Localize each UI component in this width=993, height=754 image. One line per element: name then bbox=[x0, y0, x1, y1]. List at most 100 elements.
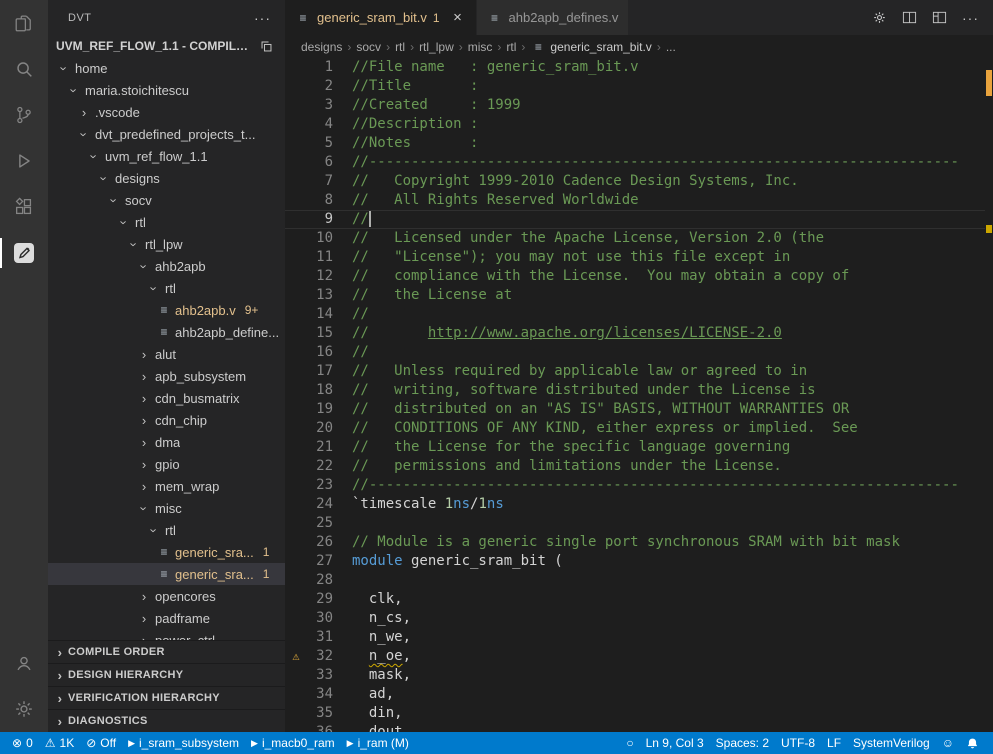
code-line-29[interactable]: 29 clk, bbox=[285, 590, 985, 609]
breadcrumb-item-rtl[interactable]: rtl bbox=[395, 40, 405, 54]
more-actions-icon[interactable]: ··· bbox=[962, 10, 979, 26]
tree-item-opencores[interactable]: ›opencores bbox=[48, 585, 285, 607]
comment-link[interactable]: http://www.apache.org/licenses/LICENSE-2… bbox=[428, 325, 782, 341]
status-instance-i-macb0-ram[interactable]: ▶i_macb0_ram bbox=[245, 732, 341, 754]
code-line-7[interactable]: 7// Copyright 1999-2010 Cadence Design S… bbox=[285, 172, 985, 191]
status-dvt-off[interactable]: ⊘Off bbox=[80, 732, 122, 754]
panel-design-hierarchy[interactable]: ›DESIGN HIERARCHY bbox=[48, 663, 285, 686]
tree-item-dma[interactable]: ›dma bbox=[48, 431, 285, 453]
copy-icon[interactable] bbox=[260, 40, 273, 53]
code-line-22[interactable]: 22// permissions and limitations under t… bbox=[285, 457, 985, 476]
overview-ruler[interactable] bbox=[985, 58, 993, 732]
breadcrumb-item-rtl-lpw[interactable]: rtl_lpw bbox=[419, 40, 454, 54]
code-line-1[interactable]: 1//File name : generic_sram_bit.v bbox=[285, 58, 985, 77]
tree-item-rtl-lpw[interactable]: ›rtl_lpw bbox=[48, 233, 285, 255]
tree-item-cdn-chip[interactable]: ›cdn_chip bbox=[48, 409, 285, 431]
tree-item-rtl[interactable]: ›rtl bbox=[48, 277, 285, 299]
status-problems-warnings[interactable]: ⚠1K bbox=[39, 732, 80, 754]
code-line-10[interactable]: 10// Licensed under the Apache License, … bbox=[285, 229, 985, 248]
code-line-23[interactable]: 23//------------------------------------… bbox=[285, 476, 985, 495]
tree-item-apb-subsystem[interactable]: ›apb_subsystem bbox=[48, 365, 285, 387]
tree-item-generic-sra[interactable]: ≡generic_sra...1 bbox=[48, 541, 285, 563]
code-line-9[interactable]: 9// bbox=[285, 210, 985, 229]
code-line-19[interactable]: 19// distributed on an "AS IS" BASIS, WI… bbox=[285, 400, 985, 419]
tree-item-alut[interactable]: ›alut bbox=[48, 343, 285, 365]
panel-compile-order[interactable]: ›COMPILE ORDER bbox=[48, 640, 285, 663]
tree-item-rtl[interactable]: ›rtl bbox=[48, 519, 285, 541]
tree-item-misc[interactable]: ›misc bbox=[48, 497, 285, 519]
code-line-11[interactable]: 11// "License"); you may not use this fi… bbox=[285, 248, 985, 267]
tree-item-uvm-ref-flow-1-1[interactable]: ›uvm_ref_flow_1.1 bbox=[48, 145, 285, 167]
code-line-2[interactable]: 2//Title : bbox=[285, 77, 985, 96]
tree-item-cdn-busmatrix[interactable]: ›cdn_busmatrix bbox=[48, 387, 285, 409]
tree-item-maria-stoichitescu[interactable]: ›maria.stoichitescu bbox=[48, 79, 285, 101]
code-line-30[interactable]: 30 n_cs, bbox=[285, 609, 985, 628]
breadcrumb-item-misc[interactable]: misc bbox=[468, 40, 493, 54]
activity-search-icon[interactable] bbox=[0, 46, 48, 92]
code-line-15[interactable]: 15// http://www.apache.org/licenses/LICE… bbox=[285, 324, 985, 343]
status-feedback[interactable]: ☺ bbox=[936, 732, 960, 754]
tree-item-ahb2apb[interactable]: ›ahb2apb bbox=[48, 255, 285, 277]
activity-extensions-icon[interactable] bbox=[0, 184, 48, 230]
code-line-32[interactable]: ⚠32 n_oe, bbox=[285, 647, 985, 666]
code-line-18[interactable]: 18// writing, software distributed under… bbox=[285, 381, 985, 400]
code-line-36[interactable]: 36 dout, bbox=[285, 723, 985, 732]
tab-generic-sram-bit-v[interactable]: ≡generic_sram_bit.v1× bbox=[285, 0, 477, 35]
tree-item-socv[interactable]: ›socv bbox=[48, 189, 285, 211]
activity-settings-gear-icon[interactable] bbox=[0, 686, 48, 732]
tree-item-vscode[interactable]: ›.vscode bbox=[48, 101, 285, 123]
activity-account-icon[interactable] bbox=[0, 640, 48, 686]
more-actions-icon[interactable]: ··· bbox=[254, 10, 271, 26]
status-instance-i-sram-subsystem[interactable]: ▶i_sram_subsystem bbox=[122, 732, 245, 754]
status-problems-errors[interactable]: ⊗0 bbox=[6, 732, 39, 754]
tree-item-mem-wrap[interactable]: ›mem_wrap bbox=[48, 475, 285, 497]
status-cursor-position[interactable]: Ln 9, Col 3 bbox=[640, 732, 710, 754]
close-icon[interactable]: × bbox=[450, 9, 466, 26]
code-line-12[interactable]: 12// compliance with the License. You ma… bbox=[285, 267, 985, 286]
code-line-16[interactable]: 16// bbox=[285, 343, 985, 362]
code-line-3[interactable]: 3//Created : 1999 bbox=[285, 96, 985, 115]
layout-icon[interactable] bbox=[932, 10, 947, 25]
status-encoding[interactable]: UTF-8 bbox=[775, 732, 821, 754]
code-line-35[interactable]: 35 din, bbox=[285, 704, 985, 723]
tree-item-rtl[interactable]: ›rtl bbox=[48, 211, 285, 233]
tree-item-power-ctrl[interactable]: ›power_ctrl bbox=[48, 629, 285, 640]
code-line-21[interactable]: 21// the License for the specific langua… bbox=[285, 438, 985, 457]
breadcrumb-more[interactable]: ... bbox=[666, 40, 676, 54]
breadcrumb-item-rtl[interactable]: rtl bbox=[506, 40, 516, 54]
code-line-4[interactable]: 4//Description : bbox=[285, 115, 985, 134]
editor[interactable]: 1//File name : generic_sram_bit.v2//Titl… bbox=[285, 58, 993, 732]
tree-item-gpio[interactable]: ›gpio bbox=[48, 453, 285, 475]
panel-verification-hierarchy[interactable]: ›VERIFICATION HIERARCHY bbox=[48, 686, 285, 709]
code-line-20[interactable]: 20// CONDITIONS OF ANY KIND, either expr… bbox=[285, 419, 985, 438]
tab-ahb2apb-defines-v[interactable]: ≡ahb2apb_defines.v bbox=[477, 0, 630, 35]
status-notifications[interactable] bbox=[960, 732, 985, 754]
code-line-14[interactable]: 14// bbox=[285, 305, 985, 324]
status-language-mode[interactable]: SystemVerilog bbox=[847, 732, 936, 754]
tree-item-generic-sra[interactable]: ≡generic_sra...1 bbox=[48, 563, 285, 585]
split-editor-icon[interactable] bbox=[902, 10, 917, 25]
code-line-25[interactable]: 25 bbox=[285, 514, 985, 533]
code-line-13[interactable]: 13// the License at bbox=[285, 286, 985, 305]
code-line-5[interactable]: 5//Notes : bbox=[285, 134, 985, 153]
tree-item-ahb2apb-define[interactable]: ≡ahb2apb_define... bbox=[48, 321, 285, 343]
breadcrumb-file[interactable]: ≡generic_sram_bit.v bbox=[530, 40, 651, 54]
code-line-26[interactable]: 26// Module is a generic single port syn… bbox=[285, 533, 985, 552]
activity-run-debug-icon[interactable] bbox=[0, 138, 48, 184]
status-indentation[interactable]: Spaces: 2 bbox=[710, 732, 775, 754]
code-line-24[interactable]: 24`timescale 1ns/1ns bbox=[285, 495, 985, 514]
code-line-6[interactable]: 6//-------------------------------------… bbox=[285, 153, 985, 172]
project-root-row[interactable]: UVM_REF_FLOW_1.1 - COMPILED ... bbox=[48, 35, 285, 57]
code-line-28[interactable]: 28 bbox=[285, 571, 985, 590]
tree-item-ahb2apb-v[interactable]: ≡ahb2apb.v9+ bbox=[48, 299, 285, 321]
breadcrumb-item-designs[interactable]: designs bbox=[301, 40, 342, 54]
tree-item-padframe[interactable]: ›padframe bbox=[48, 607, 285, 629]
code-line-31[interactable]: 31 n_we, bbox=[285, 628, 985, 647]
activity-explorer-icon[interactable] bbox=[0, 0, 48, 46]
code-line-33[interactable]: 33 mask, bbox=[285, 666, 985, 685]
gear-icon[interactable] bbox=[872, 10, 887, 25]
tree-item-designs[interactable]: ›designs bbox=[48, 167, 285, 189]
code-line-17[interactable]: 17// Unless required by applicable law o… bbox=[285, 362, 985, 381]
status-instance-i-ram[interactable]: ▶i_ram (M) bbox=[341, 732, 415, 754]
breadcrumb-item-socv[interactable]: socv bbox=[356, 40, 381, 54]
